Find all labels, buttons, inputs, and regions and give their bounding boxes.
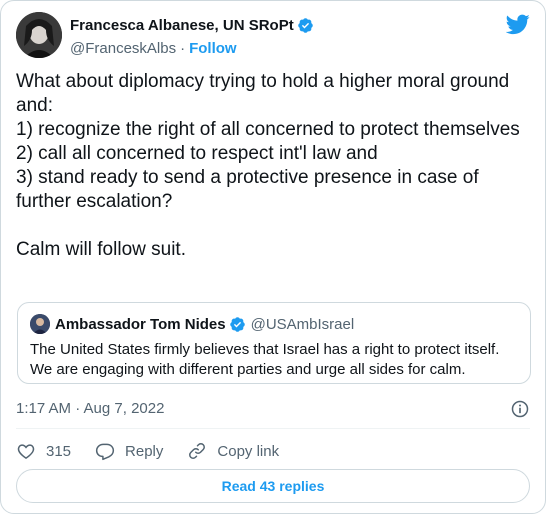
- quote-author-name: Ambassador Tom Nides: [55, 315, 226, 333]
- separator-dot: ·: [180, 39, 186, 57]
- twitter-bird-icon[interactable]: [506, 12, 530, 36]
- tweet-card: Francesca Albanese, UN SRoPt @FranceskAl…: [0, 0, 546, 514]
- author-name[interactable]: Francesca Albanese, UN SRoPt: [70, 17, 294, 34]
- copy-link-button[interactable]: Copy link: [187, 441, 279, 461]
- link-icon: [189, 443, 206, 459]
- tweet-timestamp[interactable]: 1:17 AM · Aug 7, 2022: [16, 399, 164, 419]
- verified-badge-icon: [229, 316, 245, 332]
- author-handle[interactable]: @FranceskAlbs: [70, 40, 176, 57]
- heart-icon: [17, 444, 35, 459]
- tweet-header: Francesca Albanese, UN SRoPt @FranceskAl…: [16, 12, 530, 60]
- tweet-line: What about diplomacy trying to hold a hi…: [16, 71, 510, 116]
- quote-author-avatar: [30, 314, 50, 334]
- divider: [16, 428, 530, 429]
- info-icon[interactable]: [510, 399, 530, 419]
- quote-text: The United States firmly believes that I…: [30, 341, 500, 378]
- reply-label: Reply: [125, 442, 164, 460]
- copy-link-label: Copy link: [217, 442, 280, 460]
- reply-button[interactable]: Reply: [95, 441, 163, 461]
- reply-icon: [95, 443, 115, 461]
- like-button[interactable]: 315: [16, 441, 71, 461]
- tweet-body: What about diplomacy trying to hold a hi…: [16, 70, 531, 262]
- follow-button[interactable]: Follow: [189, 40, 237, 57]
- read-replies-button[interactable]: Read 43 replies: [16, 469, 530, 503]
- tweet-closing-line: Calm will follow suit.: [16, 239, 186, 260]
- verified-badge-icon: [297, 17, 313, 33]
- quoted-tweet[interactable]: Ambassador Tom Nides @USAmbIsrael The Un…: [17, 302, 531, 384]
- quote-author-handle: @USAmbIsrael: [250, 315, 355, 333]
- tweet-line: 2) call all concerned to respect int'l l…: [16, 143, 378, 164]
- author-avatar[interactable]: [16, 12, 62, 58]
- tweet-line: 3) stand ready to send a protective pres…: [16, 167, 479, 212]
- action-bar: 315 Reply Copy link: [16, 439, 303, 463]
- tweet-line: 1) recognize the right of all concerned …: [16, 119, 520, 140]
- like-count: 315: [46, 442, 72, 460]
